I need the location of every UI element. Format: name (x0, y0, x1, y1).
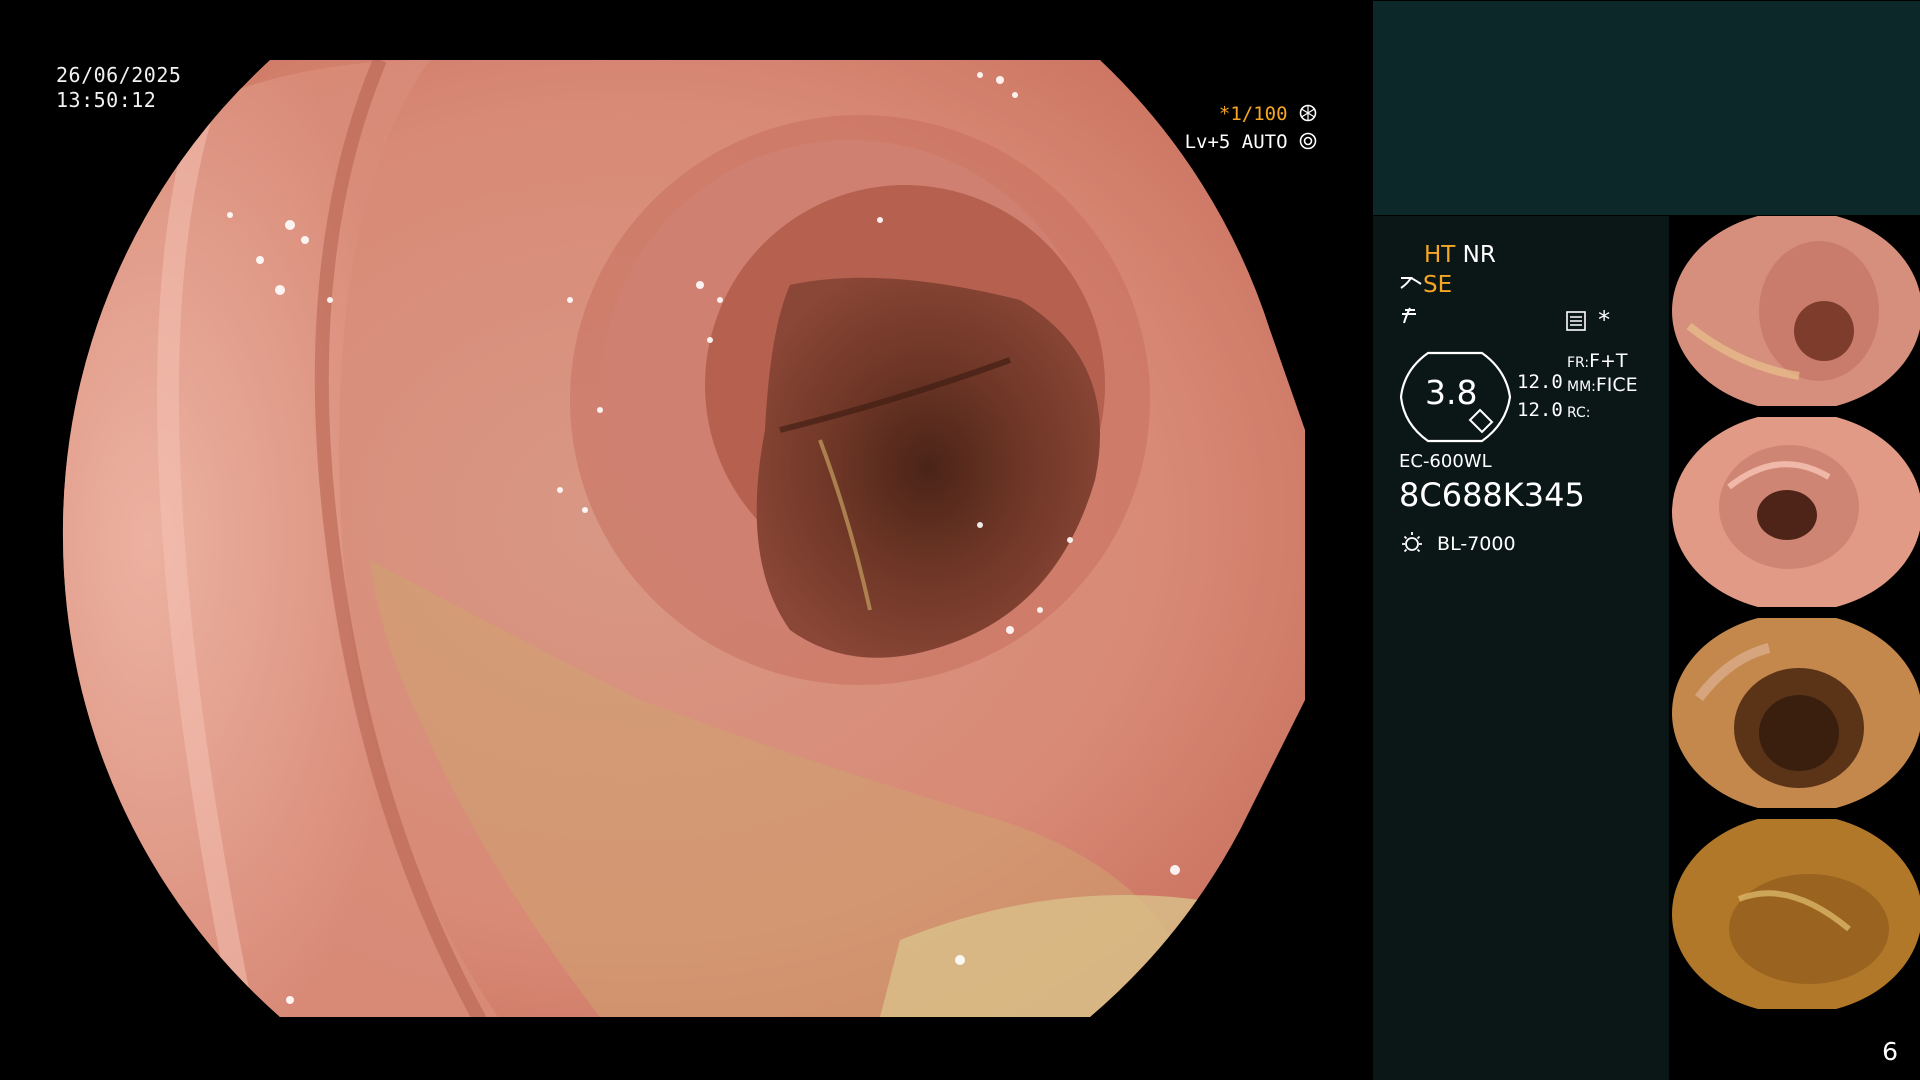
filter-row (1399, 304, 1421, 330)
page-number: 6 (1882, 1037, 1898, 1066)
shutter-row: *1/100 (1185, 100, 1317, 128)
rc-row: RC: (1567, 402, 1591, 421)
memory-row: * (1565, 306, 1610, 334)
thumbnail-2[interactable] (1669, 417, 1920, 607)
light-source-row: BL-7000 (1399, 530, 1516, 556)
exposure-info: *1/100 Lv+5 AUTO (1185, 100, 1317, 156)
thumbnail-4-image (1669, 819, 1920, 1009)
fr-value: F+T (1589, 350, 1628, 372)
zoom-value: 3.8 (1425, 373, 1478, 412)
mm-value: FICE (1595, 374, 1638, 396)
thumbnail-column (1669, 216, 1920, 1080)
shutter-prefix: * (1218, 103, 1231, 125)
shutter-speed: 1/100 (1230, 103, 1288, 125)
asterisk-mark: * (1598, 306, 1611, 334)
date-text: 26/06/2025 (56, 63, 182, 87)
thumbnail-2-image (1669, 417, 1920, 607)
thumbnail-3-image (1669, 618, 1920, 808)
mm-row: MM:FICE (1567, 374, 1638, 396)
memory-icon (1566, 311, 1586, 331)
structure-enhance-icon (1400, 277, 1422, 289)
auto-iris-icon (1299, 132, 1317, 150)
thumbnail-3[interactable] (1669, 618, 1920, 808)
se-label: SE (1423, 272, 1453, 298)
thumbnail-4[interactable] (1669, 819, 1920, 1009)
aperture-icon (1299, 104, 1317, 122)
time-text: 13:50:12 (56, 88, 157, 112)
level-text: Lv+5 (1184, 131, 1231, 153)
side-panel: HT NR SE * 3.8 12.0 12.0 FR:F+T MM:FICE … (1372, 0, 1920, 1080)
enhancement-row: HT NR (1424, 242, 1496, 268)
ht-label: HT (1424, 242, 1456, 268)
se-row: SE (1399, 272, 1452, 298)
mm-label: MM: (1567, 379, 1596, 395)
light-source-icon (1402, 532, 1422, 553)
info-header-area (1373, 1, 1920, 215)
rc-label: RC: (1567, 405, 1591, 421)
thumbnail-1[interactable] (1669, 216, 1920, 406)
nr-label: NR (1462, 242, 1496, 268)
level-row: Lv+5 AUTO (1185, 128, 1317, 156)
num2-value: 12.0 (1517, 399, 1563, 421)
scope-serial: 8C688K345 (1399, 476, 1585, 514)
mode-text: AUTO (1241, 131, 1288, 153)
light-source-label: BL-7000 (1437, 533, 1516, 555)
scope-model: EC-600WL (1399, 451, 1492, 472)
timestamp: 26/06/2025 13:50:12 (56, 63, 181, 113)
endoscopy-image (62, 60, 1306, 1017)
fr-row: FR:F+T (1567, 350, 1628, 372)
thumbnail-1-image (1669, 216, 1920, 406)
fr-label: FR: (1567, 355, 1590, 371)
num1-value: 12.0 (1517, 371, 1563, 393)
settings-panel: HT NR SE * 3.8 12.0 12.0 FR:F+T MM:FICE … (1373, 216, 1669, 1080)
filter-icon (1402, 307, 1416, 324)
endoscope-view: 26/06/2025 13:50:12 *1/100 Lv+5 AUTO (0, 0, 1372, 1080)
